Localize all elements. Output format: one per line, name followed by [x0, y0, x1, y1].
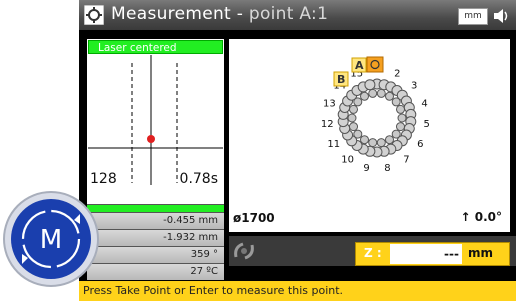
ring-point-inner [391, 129, 401, 139]
ring-point-inner [349, 104, 358, 114]
ring-point-inner [376, 138, 386, 148]
z-label: Z : [364, 246, 382, 260]
ring-point-inner [349, 122, 358, 132]
ring-point-inner [396, 122, 405, 132]
point-number-label: 5 [424, 119, 430, 130]
sample-time: 0.78s [179, 171, 218, 187]
title-point: point A:1 [248, 4, 329, 24]
ring-point-inner [368, 88, 378, 98]
ring-point-inner [376, 88, 386, 98]
angle-readout: ↑ 0.0° [461, 210, 503, 224]
point-number-label: 9 [363, 163, 369, 174]
ring-point [364, 79, 376, 91]
point-number-label: 2 [394, 68, 400, 79]
point-number-label: 10 [341, 155, 354, 166]
angle-value: 0.0° [474, 210, 502, 224]
speaker-icon[interactable] [492, 7, 510, 25]
ring-point-inner [391, 97, 401, 107]
point-number-label: 11 [327, 139, 340, 150]
laser-spot [147, 135, 155, 143]
window-title: Measurement - point A:1 [111, 4, 328, 24]
point-number-label: 6 [417, 139, 423, 150]
point-number-label: 8 [384, 163, 390, 174]
z-unit: mm [468, 246, 494, 260]
ring-point-inner [353, 97, 363, 107]
ring-point-inner [397, 113, 407, 123]
measurement-point-ring: 123456789101112131415 A B [321, 56, 430, 174]
z-value-field[interactable]: --- [390, 244, 462, 264]
logo-letter: M [40, 225, 62, 255]
laser-status-label: Laser centered [88, 40, 223, 54]
reading-row: -0.455 mm [87, 212, 224, 229]
arrow-up-icon: ↑ [460, 210, 475, 224]
gear-icon[interactable] [84, 5, 104, 25]
point-marker-b: B [337, 73, 345, 86]
point-marker-a: A [355, 59, 364, 72]
reading-row: 359 ° [87, 246, 224, 263]
sample-count: 128 [90, 171, 117, 187]
app-logo: M [3, 191, 99, 287]
units-badge[interactable]: mm [458, 8, 488, 25]
title-bar: Measurement - point A:1 mm [79, 0, 516, 30]
title-separator: - [231, 4, 249, 24]
ring-point-inner [368, 138, 378, 148]
current-point-marker [366, 56, 384, 73]
point-number-label: 13 [323, 99, 336, 110]
reading-row: 27 ºC [87, 263, 224, 280]
ring-point-inner [353, 129, 363, 139]
status-bar: Press Take Point or Enter to measure thi… [79, 281, 516, 301]
ring-point-inner [360, 135, 369, 145]
point-number-label: 3 [411, 81, 417, 92]
point-diagram-panel: 123456789101112131415 A B ø1700 ↑ 0.0° [229, 39, 510, 232]
reading-row: -1.932 mm [87, 229, 224, 246]
rotation-icon[interactable] [231, 239, 257, 263]
laser-target-panel: Laser centered 128 0.78s -0.455 mm -1.93… [87, 39, 224, 280]
point-number-label: 7 [403, 155, 409, 166]
z-input-group[interactable]: Z : --- mm [355, 242, 510, 266]
title-main: Measurement [111, 4, 232, 24]
ring-point-inner [385, 91, 394, 101]
point-number-label: 4 [421, 99, 427, 110]
diameter-value: ø1700 [233, 211, 275, 225]
point-number-label: 12 [321, 119, 334, 130]
ring-point-inner [347, 113, 357, 123]
ring-point-inner [385, 135, 394, 145]
reading-indicator [87, 204, 224, 212]
ring-point-inner [360, 91, 369, 101]
ring-point-inner [396, 104, 405, 114]
readings-list: -0.455 mm -1.932 mm 359 ° 27 ºC [87, 204, 224, 280]
